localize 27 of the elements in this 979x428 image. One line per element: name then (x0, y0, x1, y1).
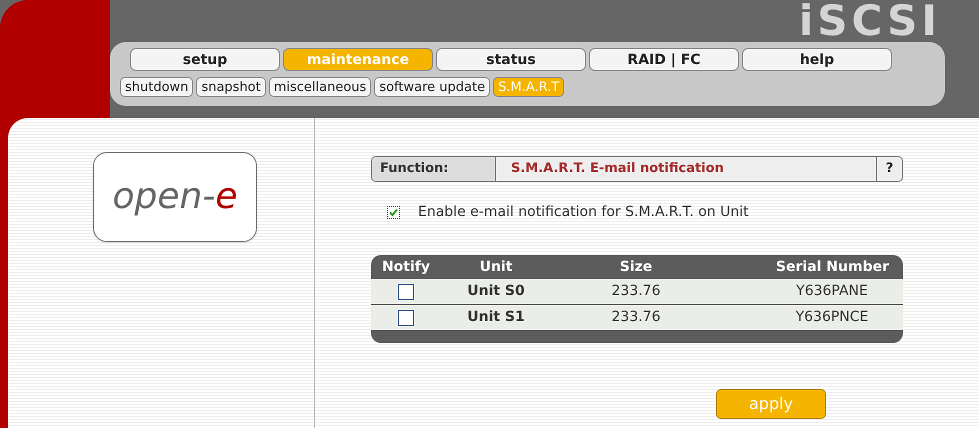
size-cell-text: 233.76 (610, 308, 662, 327)
sub-tab[interactable]: miscellaneous (268, 77, 372, 97)
brand-logo: open-e (93, 152, 257, 242)
enable-checkbox[interactable] (387, 206, 400, 219)
enable-label: Enable e-mail notification for S.M.A.R.T. on Unit (418, 203, 749, 222)
unit-cell-text: Unit S0 (466, 282, 526, 301)
product-logo: iSCSI (798, 0, 941, 42)
nav-tab[interactable]: help (742, 48, 892, 71)
nav-tab[interactable]: status (436, 48, 586, 71)
notify-checkbox[interactable] (398, 284, 414, 300)
nav-tab[interactable]: setup (130, 48, 280, 71)
sub-tab[interactable]: shutdown (120, 77, 194, 97)
nav-tab[interactable]: RAID | FC (589, 48, 739, 71)
function-label: Function: (372, 157, 496, 181)
column-header: Unit (478, 258, 514, 276)
unit-cell-text: Unit S1 (466, 308, 526, 327)
serial-cell-text: Y636PNCE (794, 308, 870, 327)
sub-tab[interactable]: snapshot (196, 77, 266, 97)
column-header: Notify (380, 258, 432, 276)
sub-tab[interactable]: software update (374, 77, 490, 97)
column-header: Size (618, 258, 654, 276)
notify-checkbox[interactable] (398, 310, 414, 326)
column-header: Serial Number (774, 258, 890, 276)
function-title: S.M.A.R.T. E-mail notification (510, 160, 725, 178)
serial-cell-text: Y636PANE (795, 282, 869, 301)
size-cell-text: 233.76 (610, 282, 662, 301)
help-button[interactable]: ? (876, 157, 902, 181)
